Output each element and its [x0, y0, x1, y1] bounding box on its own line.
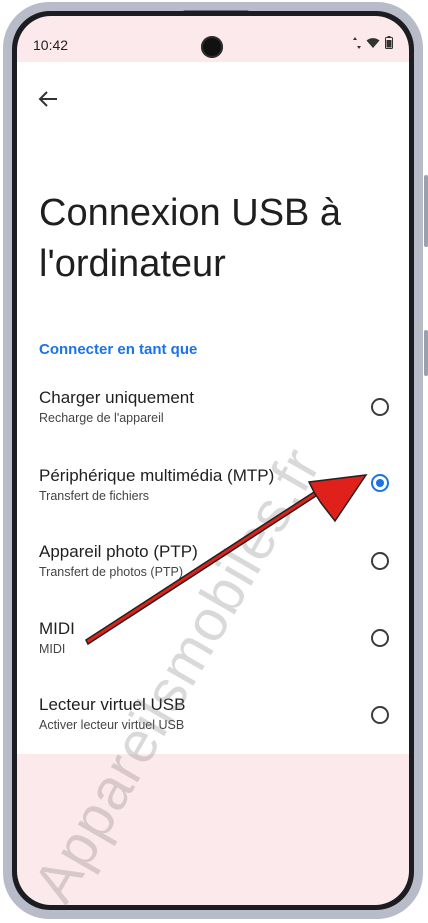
- option-title: Appareil photo (PTP): [39, 542, 198, 561]
- option-subtitle: MIDI: [39, 642, 66, 656]
- wifi-icon: [366, 38, 380, 48]
- arrow-left-icon[interactable]: [33, 84, 63, 114]
- front-camera: [201, 36, 223, 58]
- option-mtp[interactable]: Périphérique multimédia (MTP) Transfert …: [17, 466, 409, 536]
- option-title: Périphérique multimédia (MTP): [39, 466, 275, 485]
- radio-button[interactable]: [371, 552, 389, 570]
- option-charge-only[interactable]: Charger uniquement Recharge de l'apparei…: [17, 388, 409, 458]
- radio-button[interactable]: [371, 706, 389, 724]
- section-label: Connecter en tant que: [39, 341, 198, 358]
- status-icons: [353, 36, 393, 49]
- data-arrows-icon: [353, 36, 361, 49]
- phone-frame: 10:42 Connexion USB à l'ordinateur Conne…: [3, 2, 423, 919]
- option-subtitle: Transfert de photos (PTP): [39, 565, 184, 579]
- volume-button: [424, 175, 428, 247]
- phone-screen: 10:42 Connexion USB à l'ordinateur Conne…: [17, 16, 409, 905]
- radio-button[interactable]: [371, 629, 389, 647]
- radio-button-selected[interactable]: [371, 474, 389, 492]
- option-subtitle: Transfert de fichiers: [39, 489, 149, 503]
- option-title: MIDI: [39, 619, 75, 638]
- phone-bezel: 10:42 Connexion USB à l'ordinateur Conne…: [12, 11, 414, 910]
- radio-button[interactable]: [371, 398, 389, 416]
- option-virtual-usb[interactable]: Lecteur virtuel USB Activer lecteur virt…: [17, 695, 409, 765]
- page-title: Connexion USB à l'ordinateur: [39, 192, 342, 285]
- battery-icon: [385, 36, 393, 49]
- status-time: 10:42: [33, 37, 69, 53]
- status-bar: 10:42: [17, 16, 409, 62]
- option-title: Charger uniquement: [39, 388, 194, 407]
- power-button: [424, 330, 428, 376]
- option-subtitle: Recharge de l'appareil: [39, 411, 164, 425]
